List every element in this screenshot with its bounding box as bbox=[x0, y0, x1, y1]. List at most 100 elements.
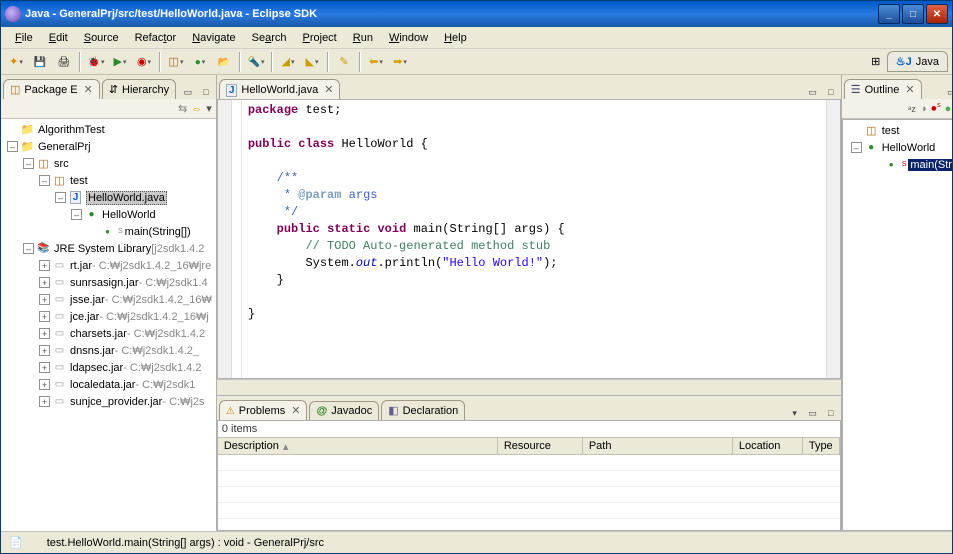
tab-declaration[interactable]: Declaration bbox=[381, 400, 465, 420]
package-test[interactable]: test bbox=[70, 175, 88, 187]
outline-package[interactable]: test bbox=[882, 125, 900, 137]
maximize-editor-button[interactable]: □ bbox=[823, 85, 839, 99]
hide-fields-button[interactable]: ◑ bbox=[920, 103, 927, 115]
external-button[interactable]: ◉▾ bbox=[133, 51, 155, 73]
hide-static-button[interactable]: ●s bbox=[930, 102, 940, 115]
expand-icon[interactable]: – bbox=[7, 141, 18, 152]
save-button[interactable] bbox=[29, 51, 51, 73]
jar-locale[interactable]: localedata.jar bbox=[70, 379, 135, 391]
class-helloworld[interactable]: HelloWorld bbox=[102, 209, 156, 221]
outline-tree[interactable]: test –HelloWorld Smain(String[]) bbox=[842, 119, 952, 531]
tab-problems[interactable]: Problems ✕ bbox=[219, 400, 308, 420]
package-explorer-tree[interactable]: AlgorithmTest –GeneralPrj –src –test –He… bbox=[1, 119, 216, 531]
minimize-button[interactable]: _ bbox=[878, 4, 900, 24]
menu-refactor[interactable]: Refactor bbox=[127, 30, 185, 46]
perspective-java[interactable]: ♨J Java bbox=[887, 51, 948, 72]
expand-icon[interactable]: + bbox=[39, 311, 50, 322]
src-folder[interactable]: src bbox=[54, 158, 69, 170]
overview-ruler[interactable] bbox=[826, 100, 840, 378]
close-icon[interactable]: ✕ bbox=[324, 83, 333, 96]
jar-dnsns[interactable]: dnsns.jar bbox=[70, 345, 115, 357]
expand-icon[interactable]: – bbox=[23, 243, 34, 254]
debug-button[interactable]: ▾ bbox=[85, 51, 107, 73]
view-menu-button[interactable]: ▾ bbox=[787, 406, 803, 420]
last-edit-button[interactable]: ✎ bbox=[333, 51, 355, 73]
tab-outline[interactable]: Outline ✕ bbox=[844, 79, 922, 99]
expand-icon[interactable]: – bbox=[55, 192, 66, 203]
expand-icon[interactable]: + bbox=[39, 362, 50, 373]
tab-javadoc[interactable]: Javadoc bbox=[309, 401, 379, 420]
menu-window[interactable]: Window bbox=[381, 30, 436, 46]
view-menu-button[interactable]: ▾ bbox=[206, 102, 212, 115]
jre-library[interactable]: JRE System Library bbox=[54, 243, 151, 255]
expand-icon[interactable]: – bbox=[71, 209, 82, 220]
link-button[interactable]: ⇔ bbox=[191, 103, 202, 115]
run-button[interactable]: ▾ bbox=[109, 51, 131, 73]
jar-jsse[interactable]: jsse.jar bbox=[70, 294, 105, 306]
col-location[interactable]: Location bbox=[733, 438, 803, 454]
col-type[interactable]: Type bbox=[803, 438, 840, 454]
close-button[interactable]: ✕ bbox=[926, 4, 948, 24]
folding-ruler[interactable] bbox=[232, 100, 242, 378]
file-helloworld[interactable]: HelloWorld.java bbox=[86, 191, 167, 205]
titlebar[interactable]: Java - GeneralPrj/src/test/HelloWorld.ja… bbox=[1, 1, 952, 27]
problems-table-body[interactable] bbox=[218, 455, 840, 530]
editor-tab-helloworld[interactable]: HelloWorld.java ✕ bbox=[219, 79, 341, 99]
expand-icon[interactable]: + bbox=[39, 345, 50, 356]
editor-scrollbar[interactable] bbox=[217, 379, 841, 395]
close-icon[interactable]: ✕ bbox=[84, 83, 93, 96]
project-algorithmtest[interactable]: AlgorithmTest bbox=[38, 124, 105, 136]
jar-sunrsa[interactable]: sunrsasign.jar bbox=[70, 277, 138, 289]
menu-help[interactable]: Help bbox=[436, 30, 475, 46]
col-resource[interactable]: Resource bbox=[498, 438, 583, 454]
menu-source[interactable]: Source bbox=[76, 30, 127, 46]
col-path[interactable]: Path bbox=[583, 438, 733, 454]
jar-charsets[interactable]: charsets.jar bbox=[70, 328, 127, 340]
open-perspective-button[interactable]: ⊞ bbox=[865, 51, 887, 73]
open-type-button[interactable] bbox=[213, 51, 235, 73]
menu-search[interactable]: Search bbox=[244, 30, 295, 46]
expand-icon[interactable]: + bbox=[39, 396, 50, 407]
close-icon[interactable]: ✕ bbox=[905, 83, 914, 96]
editor-gutter[interactable] bbox=[218, 100, 232, 378]
expand-icon[interactable]: + bbox=[39, 260, 50, 271]
search-button[interactable]: ▾ bbox=[245, 51, 267, 73]
menu-run[interactable]: Run bbox=[345, 30, 381, 46]
minimize-view-button[interactable]: ▭ bbox=[180, 85, 196, 99]
back-button[interactable]: ▾ bbox=[365, 51, 387, 73]
tab-package-explorer[interactable]: Package E ✕ bbox=[3, 79, 100, 99]
col-description[interactable]: Description ▴ bbox=[218, 438, 498, 454]
hide-nonpublic-button[interactable]: ● bbox=[945, 103, 952, 115]
menu-navigate[interactable]: Navigate bbox=[184, 30, 243, 46]
expand-icon[interactable]: + bbox=[39, 294, 50, 305]
expand-icon[interactable]: + bbox=[39, 328, 50, 339]
jar-ldap[interactable]: ldapsec.jar bbox=[70, 362, 123, 374]
new-package-button[interactable]: ▾ bbox=[165, 51, 187, 73]
jar-sunjce[interactable]: sunjce_provider.jar bbox=[70, 396, 162, 408]
expand-icon[interactable]: – bbox=[39, 175, 50, 186]
expand-icon[interactable]: + bbox=[39, 277, 50, 288]
minimize-view-button[interactable]: ▭ bbox=[943, 85, 952, 99]
menu-edit[interactable]: Edit bbox=[41, 30, 76, 46]
method-main[interactable]: main(String[]) bbox=[125, 226, 191, 238]
new-class-button[interactable]: ▾ bbox=[189, 51, 211, 73]
print-button[interactable] bbox=[53, 51, 75, 73]
minimize-editor-button[interactable]: ▭ bbox=[805, 85, 821, 99]
maximize-button[interactable]: □ bbox=[902, 4, 924, 24]
menu-file[interactable]: File bbox=[7, 30, 41, 46]
expand-icon[interactable]: – bbox=[23, 158, 34, 169]
annotation-next-button[interactable]: ◣▾ bbox=[301, 51, 323, 73]
menu-project[interactable]: Project bbox=[295, 30, 345, 46]
forward-button[interactable]: ▾ bbox=[389, 51, 411, 73]
annotation-prev-button[interactable]: ◢▾ bbox=[277, 51, 299, 73]
maximize-view-button[interactable]: □ bbox=[823, 406, 839, 420]
maximize-view-button[interactable]: □ bbox=[198, 85, 214, 99]
outline-method-main[interactable]: main(String[]) bbox=[908, 159, 952, 171]
sort-button[interactable] bbox=[908, 103, 916, 115]
expand-icon[interactable]: – bbox=[851, 142, 862, 153]
jar-rt[interactable]: rt.jar bbox=[70, 260, 92, 272]
code-content[interactable]: package test; public class HelloWorld { … bbox=[242, 100, 826, 378]
outline-class[interactable]: HelloWorld bbox=[882, 142, 936, 154]
tab-hierarchy[interactable]: ⇵ Hierarchy bbox=[102, 79, 176, 99]
minimize-view-button[interactable]: ▭ bbox=[805, 406, 821, 420]
